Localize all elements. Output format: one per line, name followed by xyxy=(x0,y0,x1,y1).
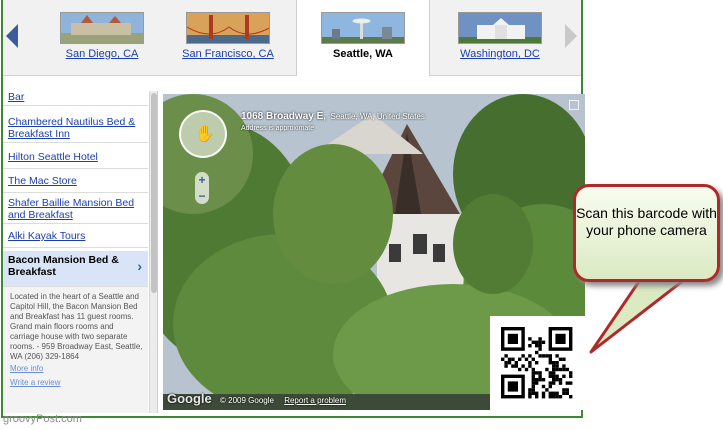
callout-bubble: Scan this barcode with your phone camera xyxy=(573,184,720,282)
watermark: groovyPost.com xyxy=(3,413,82,425)
callout-text: Scan this barcode with your phone camera xyxy=(576,205,717,238)
